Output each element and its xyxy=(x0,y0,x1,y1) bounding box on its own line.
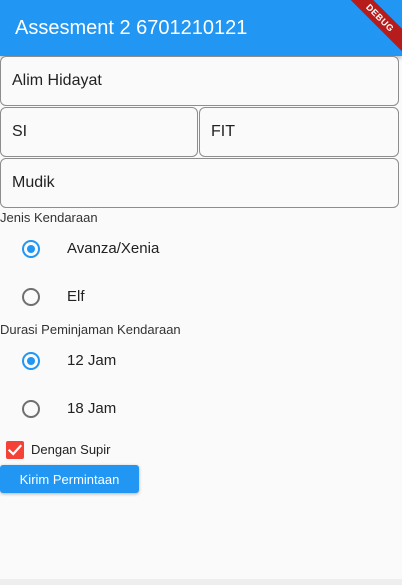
app-title: Assesment 2 6701210121 xyxy=(15,17,248,39)
radio-option-12-jam[interactable]: 12 Jam xyxy=(0,337,402,385)
debug-banner: DEBUG xyxy=(338,0,402,56)
faculty-field-container xyxy=(199,107,399,157)
vehicle-type-label: Jenis Kendaraan xyxy=(0,210,98,225)
radio-option-18-jam[interactable]: 18 Jam xyxy=(0,385,402,433)
purpose-field-container xyxy=(0,158,399,208)
radio-label: 18 Jam xyxy=(67,400,117,417)
faculty-input[interactable] xyxy=(200,108,398,156)
major-field-container xyxy=(0,107,198,157)
major-input[interactable] xyxy=(1,108,197,156)
with-driver-checkbox-row[interactable]: Dengan Supir xyxy=(0,438,200,462)
name-field-container xyxy=(0,56,399,106)
purpose-input[interactable] xyxy=(1,159,398,207)
app-bar: Assesment 2 6701210121 DEBUG xyxy=(0,0,402,56)
radio-unselected-icon[interactable] xyxy=(22,400,40,418)
radio-option-avanza-xenia[interactable]: Avanza/Xenia xyxy=(0,225,402,273)
radio-option-elf[interactable]: Elf xyxy=(0,273,402,321)
checkbox-checked-icon[interactable] xyxy=(6,441,24,459)
with-driver-label: Dengan Supir xyxy=(31,442,111,457)
radio-label: Elf xyxy=(67,288,85,305)
radio-selected-icon[interactable] xyxy=(22,352,40,370)
radio-label: Avanza/Xenia xyxy=(67,240,160,257)
rental-duration-label: Durasi Peminjaman Kendaraan xyxy=(0,322,181,337)
submit-request-button[interactable]: Kirim Permintaan xyxy=(0,465,139,493)
name-input[interactable] xyxy=(1,57,398,105)
radio-label: 12 Jam xyxy=(67,352,117,369)
radio-unselected-icon[interactable] xyxy=(22,288,40,306)
radio-selected-icon[interactable] xyxy=(22,240,40,258)
bottom-bar xyxy=(0,579,402,585)
